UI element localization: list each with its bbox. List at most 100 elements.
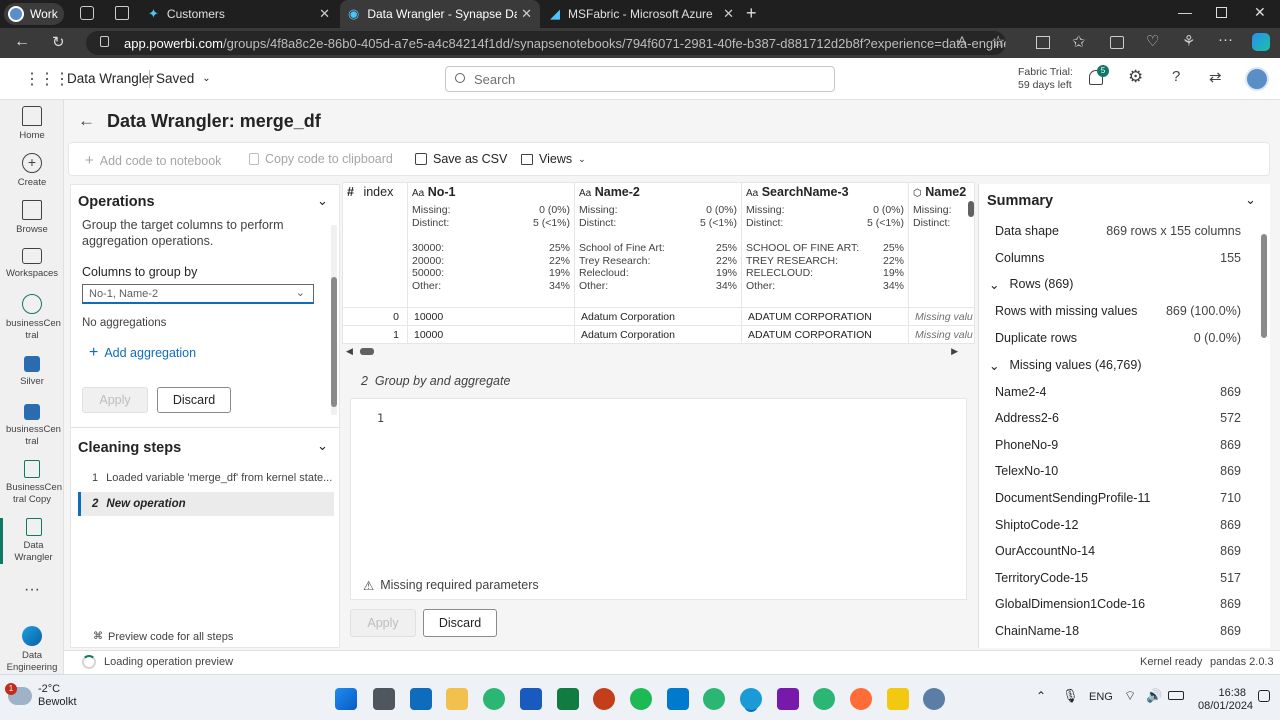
cleaning-step-selected[interactable]: 2 New operation bbox=[78, 492, 334, 516]
missing-column-row[interactable]: Name2-4 869 bbox=[995, 385, 1241, 399]
table-cell[interactable]: 10000 bbox=[414, 311, 443, 323]
scrollbar-thumb[interactable] bbox=[331, 277, 337, 407]
outlook-icon[interactable] bbox=[410, 688, 432, 710]
missing-cell[interactable]: Missing valu bbox=[915, 311, 973, 323]
tab-actions-icon[interactable] bbox=[115, 6, 129, 20]
close-tab-icon[interactable]: ✕ bbox=[521, 6, 532, 22]
operations-scrollbar[interactable] bbox=[331, 225, 337, 415]
missing-column-row[interactable]: OurAccountNo-14 869 bbox=[995, 544, 1241, 558]
add-code-button[interactable]: + Add code to notebook bbox=[85, 152, 221, 169]
nav-businesscentral-copy[interactable]: BusinessCen tral Copy bbox=[0, 460, 64, 506]
wifi-icon[interactable]: ⌔ bbox=[1124, 688, 1136, 704]
edge-icon[interactable] bbox=[483, 688, 505, 710]
share-icon[interactable]: ⇄ bbox=[1209, 68, 1222, 86]
nav-silver[interactable]: Silver bbox=[0, 356, 64, 388]
missing-column-row[interactable]: TerritoryCode-15 517 bbox=[995, 571, 1241, 585]
volume-icon[interactable]: 🔊 bbox=[1146, 688, 1162, 704]
vertical-scrollbar-thumb[interactable] bbox=[968, 201, 974, 217]
nav-more[interactable]: ··· bbox=[0, 582, 64, 598]
minimize-icon[interactable]: — bbox=[1178, 4, 1192, 20]
workspaces-icon[interactable] bbox=[80, 6, 94, 20]
more-icon[interactable]: ··· bbox=[1218, 31, 1233, 48]
powerpoint-icon[interactable] bbox=[593, 688, 615, 710]
horizontal-scrollbar[interactable]: ◀ ▶ bbox=[342, 344, 962, 360]
favorite-star-icon[interactable]: ☆ bbox=[991, 32, 1005, 52]
edge-dev-icon[interactable] bbox=[813, 688, 835, 710]
file-explorer-icon[interactable] bbox=[446, 688, 468, 710]
maximize-icon[interactable] bbox=[1216, 7, 1227, 18]
collections-icon[interactable] bbox=[1110, 36, 1124, 49]
tab-data-wrangler[interactable]: ◉ Data Wrangler - Synapse Data En ✕ bbox=[340, 0, 540, 28]
missing-column-row[interactable]: GlobalDimension1Code-16 869 bbox=[995, 597, 1241, 611]
back-icon[interactable]: ← bbox=[14, 33, 30, 51]
code-apply-button[interactable]: Apply bbox=[350, 609, 416, 637]
add-aggregation-button[interactable]: + Add aggregation bbox=[89, 344, 196, 362]
settings-gear-icon[interactable]: ⚙ bbox=[1128, 67, 1143, 87]
postman-icon[interactable] bbox=[850, 688, 872, 710]
collapse-chevron-icon[interactable]: ⌄ bbox=[317, 438, 328, 454]
extensions-icon[interactable]: ⚘ bbox=[1182, 32, 1195, 50]
close-tab-icon[interactable]: ✕ bbox=[723, 6, 734, 22]
edge-active-icon[interactable] bbox=[740, 688, 762, 710]
microphone-icon[interactable]: 🎙 bbox=[1062, 688, 1079, 704]
nav-create[interactable]: + Create bbox=[0, 153, 64, 189]
rows-section-toggle[interactable]: ⌄ Rows (869) bbox=[989, 277, 1073, 292]
code-discard-button[interactable]: Discard bbox=[423, 609, 497, 637]
vscode-icon[interactable] bbox=[667, 688, 689, 710]
column-header[interactable]: Aa No-1 bbox=[412, 185, 456, 199]
nav-browse[interactable]: Browse bbox=[0, 200, 64, 236]
edge-profile-icon[interactable] bbox=[703, 688, 725, 710]
summary-scrollbar[interactable] bbox=[1261, 224, 1267, 644]
table-cell[interactable]: Adatum Corporation bbox=[581, 311, 675, 323]
copy-code-button[interactable]: Copy code to clipboard bbox=[249, 152, 393, 166]
table-cell[interactable]: 10000 bbox=[414, 329, 443, 341]
help-icon[interactable]: ? bbox=[1172, 68, 1180, 85]
notification-center-icon[interactable] bbox=[1258, 690, 1270, 702]
tab-customers[interactable]: ✦ Customers ✕ bbox=[140, 0, 338, 28]
excel-icon[interactable] bbox=[557, 688, 579, 710]
missing-column-row[interactable]: ChainName-18 869 bbox=[995, 624, 1241, 638]
refresh-icon[interactable]: ↻ bbox=[52, 33, 65, 51]
missing-column-row[interactable]: ShiptoCode-12 869 bbox=[995, 518, 1241, 532]
scroll-left-icon[interactable]: ◀ bbox=[346, 346, 353, 357]
missing-column-row[interactable]: TelexNo-10 869 bbox=[995, 464, 1241, 478]
app-launcher-icon[interactable]: ⋮⋮⋮ bbox=[24, 69, 70, 89]
table-cell[interactable]: ADATUM CORPORATION bbox=[748, 329, 872, 341]
favorites-icon[interactable]: ✩ bbox=[1072, 32, 1085, 52]
code-editor[interactable]: 1 ⚠ Missing required parameters bbox=[350, 398, 967, 600]
nav-businesscentral-2[interactable]: businessCen tral bbox=[0, 404, 64, 448]
group-by-select[interactable]: No-1, Name-2 ⌄ bbox=[82, 284, 314, 304]
table-cell[interactable]: Adatum Corporation bbox=[581, 329, 675, 341]
spotify-icon[interactable] bbox=[630, 688, 652, 710]
table-cell[interactable]: ADATUM CORPORATION bbox=[748, 311, 872, 323]
trial-info[interactable]: Fabric Trial: 59 days left bbox=[1018, 66, 1073, 92]
nav-data-wrangler[interactable]: Data Wrangler bbox=[0, 518, 64, 564]
tray-chevron-icon[interactable]: ⌃ bbox=[1036, 689, 1046, 703]
read-aloud-icon[interactable]: A bbox=[958, 34, 966, 48]
tab-msfabric[interactable]: ◢ MSFabric - Microsoft Azure ✕ bbox=[542, 0, 742, 28]
language-indicator[interactable]: ENG bbox=[1089, 691, 1113, 703]
close-tab-icon[interactable]: ✕ bbox=[319, 6, 330, 22]
missing-cell[interactable]: Missing valu bbox=[915, 329, 973, 341]
new-tab-icon[interactable]: + bbox=[746, 3, 757, 24]
weather-widget[interactable]: 1 -2°C Bewolkt bbox=[5, 683, 77, 709]
split-screen-icon[interactable] bbox=[1036, 36, 1050, 49]
missing-column-row[interactable]: Address2-6 572 bbox=[995, 411, 1241, 425]
profile-button[interactable]: Work bbox=[4, 3, 64, 25]
url-field[interactable]: app.powerbi.com/groups/4f8a8c2e-86b0-405… bbox=[86, 31, 1006, 55]
back-arrow-icon[interactable]: ← bbox=[78, 111, 95, 131]
saved-dropdown[interactable]: Saved ⌄ bbox=[156, 71, 211, 86]
nav-businesscentral[interactable]: businessCen tral bbox=[0, 294, 64, 342]
cleaning-step[interactable]: 1 Loaded variable 'merge_df' from kernel… bbox=[78, 468, 334, 488]
apply-button[interactable]: Apply bbox=[82, 387, 148, 413]
save-csv-button[interactable]: Save as CSV bbox=[415, 152, 507, 166]
missing-values-section-toggle[interactable]: ⌄ Missing values (46,769) bbox=[989, 358, 1142, 373]
copilot-icon[interactable] bbox=[1252, 33, 1270, 51]
column-header[interactable]: Aa SearchName-3 bbox=[746, 185, 849, 199]
nav-workspaces[interactable]: Workspaces bbox=[0, 248, 64, 280]
collapse-chevron-icon[interactable]: ⌄ bbox=[317, 193, 328, 209]
views-button[interactable]: Views ⌄ bbox=[521, 152, 586, 166]
scrollbar-thumb[interactable] bbox=[360, 348, 374, 355]
missing-column-row[interactable]: DocumentSendingProfile-11 710 bbox=[995, 491, 1241, 505]
scroll-right-icon[interactable]: ▶ bbox=[951, 346, 958, 357]
